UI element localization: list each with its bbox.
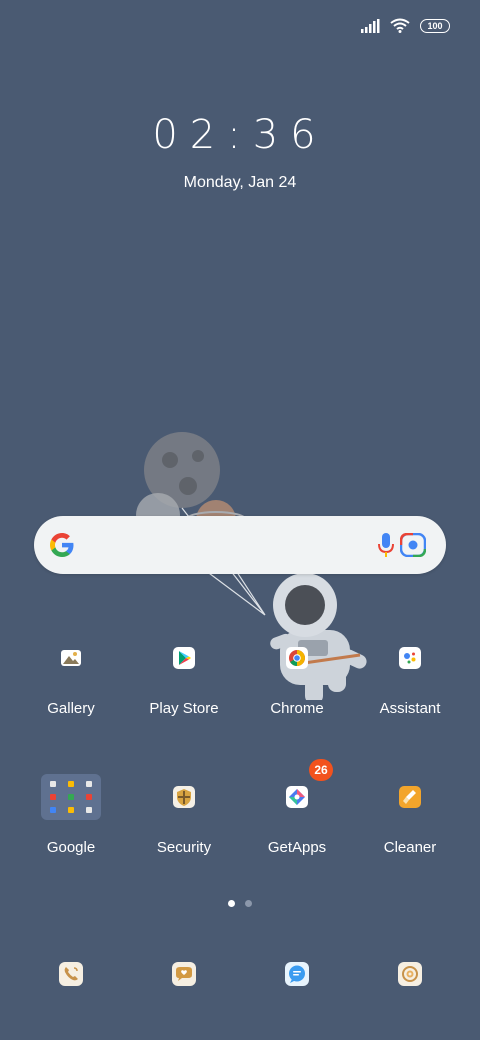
app-label: Chrome	[270, 700, 324, 717]
page-dot[interactable]	[245, 900, 252, 907]
google-g-icon	[50, 533, 74, 557]
mic-icon[interactable]	[378, 532, 394, 558]
app-label: Assistant	[379, 700, 441, 717]
getapps-icon	[286, 786, 308, 808]
app-gallery[interactable]: Gallery	[15, 628, 127, 717]
security-icon	[173, 786, 195, 808]
notification-badge: 26	[309, 759, 333, 781]
status-bar: 100	[360, 18, 450, 33]
app-play-store[interactable]: Play Store	[128, 628, 240, 717]
phone-icon[interactable]	[59, 962, 83, 986]
clock-time[interactable]: 02:36	[0, 112, 480, 158]
app-label: Security	[156, 839, 212, 856]
signal-icon	[361, 18, 380, 33]
play-store-icon	[173, 647, 195, 669]
app-label: Gallery	[47, 700, 95, 717]
app-label: Google	[46, 839, 96, 856]
google-search-bar[interactable]	[34, 516, 446, 574]
google-folder-icon	[41, 774, 101, 820]
app-cleaner[interactable]: Cleaner	[354, 767, 466, 856]
camera-icon[interactable]	[398, 962, 422, 986]
messages-icon[interactable]	[172, 962, 196, 986]
app-google-folder[interactable]: Google	[15, 767, 127, 856]
app-label: GetApps	[267, 839, 327, 856]
app-assistant[interactable]: Assistant	[354, 628, 466, 717]
app-security[interactable]: Security	[128, 767, 240, 856]
app-label: Cleaner	[383, 839, 437, 856]
cleaner-icon	[399, 786, 421, 808]
lens-icon[interactable]	[400, 533, 426, 557]
assistant-icon	[399, 647, 421, 669]
page-dot-active[interactable]	[228, 900, 235, 907]
chrome-icon	[286, 647, 308, 669]
chat-icon[interactable]	[285, 962, 309, 986]
page-indicator	[0, 900, 480, 907]
app-getapps[interactable]: 26 GetApps	[241, 759, 353, 856]
battery-icon: 100	[420, 18, 450, 33]
wifi-icon	[390, 18, 410, 33]
gallery-icon	[61, 650, 81, 666]
app-label: Play Store	[149, 700, 219, 717]
app-chrome[interactable]: Chrome	[241, 628, 353, 717]
clock-date[interactable]: Monday, Jan 24	[0, 174, 480, 192]
